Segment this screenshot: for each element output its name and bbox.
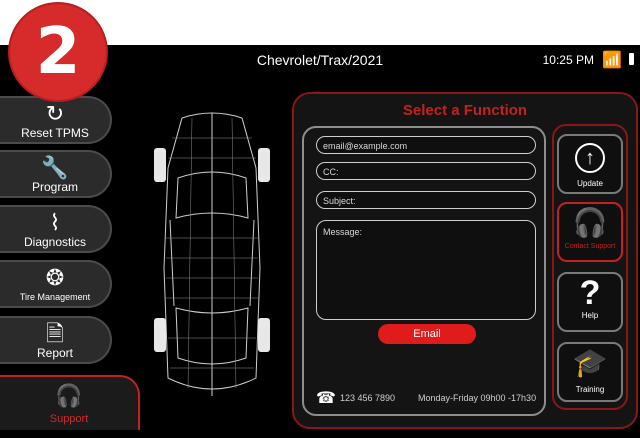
contact-info: ☎ 123 456 7890 Monday-Friday 09h00 -17h3… — [316, 390, 544, 408]
report-icon: 🗎 — [46, 321, 64, 346]
diagnostics-icon: ⌇ — [49, 210, 61, 235]
panel-title: Select a Function — [402, 102, 528, 119]
support-hours: Monday-Friday 09h00 -17h30 — [418, 393, 537, 403]
update-button[interactable]: ↑ Update — [557, 134, 623, 194]
help-button[interactable]: ? Help — [557, 272, 623, 332]
sidebar-item-program[interactable]: 🔧 Program — [0, 150, 112, 198]
tire-icon: ❂ — [45, 265, 65, 290]
sidebar-item-support[interactable]: 🎧 Support — [0, 375, 140, 430]
help-label: Help — [581, 311, 599, 320]
headset-icon: 🎧 — [55, 383, 83, 408]
sidebar-item-diagnostics[interactable]: ⌇ Diagnostics — [0, 205, 112, 253]
sidebar-item-label: Report — [36, 346, 74, 360]
car-wireframe-image — [154, 112, 270, 396]
message-field[interactable]: Message: — [316, 220, 536, 320]
tpms-reset-icon: ↻ — [45, 101, 65, 126]
update-label: Update — [577, 179, 603, 188]
phone-icon: ☎ — [316, 390, 336, 407]
email-field[interactable]: email@example.com — [316, 136, 536, 154]
tpms-tool-screen: Chevrolet/Trax/2021 10:25 PM 📶 2 ↻ Reset… — [0, 0, 640, 438]
sidebar-item-report[interactable]: 🗎 Report — [0, 316, 112, 364]
contact-support-label: Contact Support — [564, 243, 616, 250]
sidebar-item-label: Reset TPMS — [21, 126, 89, 140]
sidebar-item-label: Diagnostics — [23, 235, 87, 249]
sidebar-item-label: Support — [49, 413, 89, 425]
sidebar-item-label: Program — [31, 180, 78, 194]
send-email-button[interactable]: Email — [378, 324, 476, 344]
question-mark-icon: ? — [579, 274, 601, 312]
graduation-cap-icon: 🎓 — [572, 347, 608, 378]
contact-support-button[interactable]: 🎧 Contact Support — [557, 202, 623, 262]
sidebar-item-tire-management[interactable]: ❂ Tire Management — [0, 260, 112, 308]
battery-icon — [629, 53, 634, 65]
clock: 10:25 PM — [542, 53, 594, 67]
upload-arrow-icon: ↑ — [559, 139, 621, 173]
step-number-badge: 2 — [8, 2, 108, 102]
phone-number: 123 456 7890 — [340, 393, 396, 403]
sidebar-item-reset-tpms[interactable]: ↻ Reset TPMS — [0, 96, 112, 144]
subject-field[interactable]: Subject: — [316, 191, 536, 209]
sidebar-item-label: Tire Management — [19, 292, 91, 302]
training-label: Training — [575, 385, 605, 394]
sensor-program-icon: 🔧 — [41, 155, 69, 180]
cc-field[interactable]: CC: — [316, 162, 536, 180]
training-button[interactable]: 🎓 Training — [557, 342, 623, 402]
headset-icon: 🎧 — [572, 207, 608, 238]
wifi-icon: 📶 — [602, 52, 622, 69]
